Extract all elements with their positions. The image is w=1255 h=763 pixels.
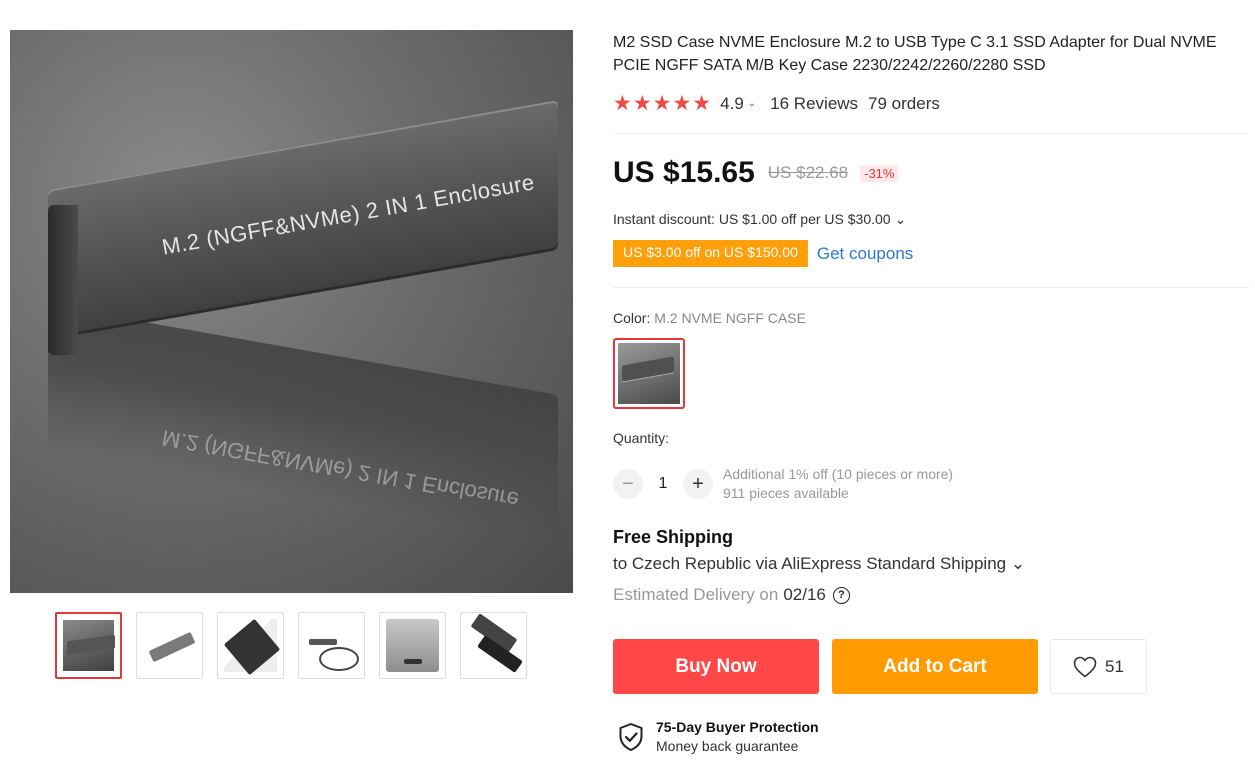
get-coupons-link[interactable]: Get coupons [817, 244, 913, 264]
color-swatch-selected[interactable] [613, 338, 685, 409]
shield-check-icon [619, 723, 643, 751]
shipping-destination[interactable]: to Czech Republic via AliExpress Standar… [613, 554, 1025, 574]
coupon-row: US $3.00 off on US $150.00 Get coupons [611, 240, 913, 267]
original-price: US $22.68 [767, 163, 849, 182]
thumbnail-2[interactable] [136, 612, 203, 679]
product-title: M2 SSD Case NVME Enclosure M.2 to USB Ty… [613, 34, 1217, 74]
color-label-text: Color: [613, 310, 655, 326]
thumbnail-1[interactable] [55, 612, 122, 679]
thumbnail-6[interactable] [460, 612, 527, 679]
price-row: US $15.65 US $22.68 -31% [613, 156, 899, 190]
divider [613, 133, 1249, 134]
current-price: US $15.65 [613, 156, 755, 189]
quantity-stepper: − 1 + Additional 1% off (10 pieces or mo… [613, 465, 953, 503]
thumbnail-4[interactable] [298, 612, 365, 679]
wishlist-button[interactable]: 51 [1050, 639, 1147, 694]
delivery-label: Estimated Delivery on [613, 585, 779, 604]
rating-value[interactable]: 4.9 [720, 94, 744, 114]
protection-title: 75-Day Buyer Protection [656, 719, 819, 735]
protection-subtitle: Money back guarantee [656, 738, 799, 754]
wishlist-count: 51 [1105, 656, 1124, 676]
thumbnail-5[interactable] [379, 612, 446, 679]
rating-row: ★★★★★ 4.9 ⌄ 16 Reviews 79 orders [613, 91, 940, 116]
quantity-label: Quantity: [613, 430, 670, 446]
help-icon[interactable]: ? [832, 586, 850, 604]
coupon-tag: US $3.00 off on US $150.00 [611, 240, 808, 267]
chevron-down-icon[interactable]: ⌄ [748, 98, 756, 109]
shipping-title: Free Shipping [613, 527, 734, 547]
instant-discount[interactable]: Instant discount: US $1.00 off per US $3… [613, 211, 906, 228]
orders-count: 79 orders [868, 93, 940, 113]
color-selected-value: M.2 NVME NGFF CASE [654, 310, 806, 326]
discount-badge: -31% [860, 164, 899, 182]
reviews-link[interactable]: 16 Reviews [770, 94, 858, 114]
main-product-image[interactable]: M.2 (NGFF&NVMe) 2 IN 1 Enclosure M.2 (NG… [10, 30, 573, 593]
thumbnail-strip [55, 612, 527, 679]
rating-stars-icon: ★★★★★ [613, 92, 713, 115]
quantity-minus-button[interactable]: − [613, 469, 643, 499]
buy-now-button[interactable]: Buy Now [613, 639, 819, 694]
quantity-value[interactable]: 1 [643, 475, 683, 493]
quantity-info: Additional 1% off (10 pieces or more) 91… [723, 465, 953, 503]
divider [613, 287, 1249, 288]
color-label: Color: M.2 NVME NGFF CASE [613, 310, 806, 326]
stock-available: 911 pieces available [723, 485, 849, 501]
quantity-plus-button[interactable]: + [683, 469, 713, 499]
heart-icon [1073, 656, 1097, 677]
buyer-protection: 75-Day Buyer Protection Money back guara… [618, 718, 819, 756]
bulk-discount-note: Additional 1% off (10 pieces or more) [723, 466, 954, 482]
thumbnail-3[interactable] [217, 612, 284, 679]
device-reflection [48, 305, 558, 545]
add-to-cart-button[interactable]: Add to Cart [832, 639, 1038, 694]
estimated-delivery: Estimated Delivery on 02/16 ? [613, 585, 850, 605]
device-end [48, 205, 78, 355]
delivery-date: 02/16 [783, 585, 826, 604]
